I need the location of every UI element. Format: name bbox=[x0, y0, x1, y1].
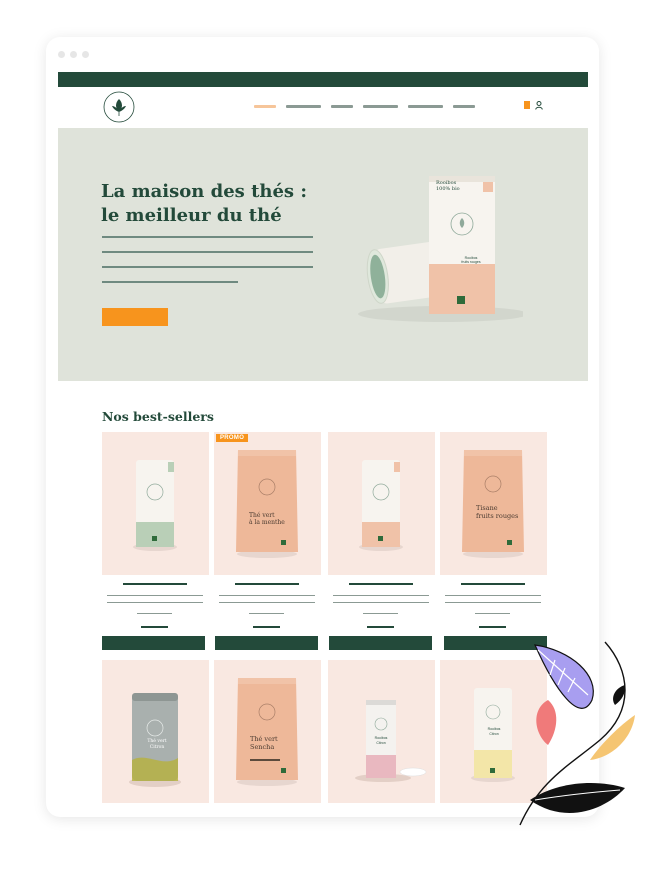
hero-title: La maison des thés : le meilleur du thé bbox=[101, 181, 307, 226]
hero-text-line bbox=[102, 251, 313, 253]
announcement-bar bbox=[58, 72, 588, 87]
can-label-title: Rooibos 100% bio bbox=[436, 180, 460, 192]
brand-logo-icon[interactable] bbox=[102, 90, 136, 124]
product-card[interactable]: Thé vert Sencha bbox=[214, 660, 321, 803]
product-label: Rooibos Citron bbox=[487, 727, 501, 736]
nav-item-6[interactable] bbox=[453, 105, 475, 108]
product-label: Thé vert à la menthe bbox=[249, 512, 285, 526]
product-desc-line bbox=[363, 613, 398, 614]
window-controls bbox=[58, 51, 89, 58]
product-desc-line bbox=[219, 595, 315, 596]
add-to-cart-button[interactable] bbox=[215, 636, 318, 650]
product-label: Thé vert Sencha bbox=[250, 735, 278, 751]
window-dot[interactable] bbox=[70, 51, 77, 58]
product-price-line bbox=[479, 626, 506, 628]
product-desc-line bbox=[107, 595, 203, 596]
hero-text-line bbox=[102, 236, 313, 238]
hero-cta-button[interactable] bbox=[102, 308, 168, 326]
nav-item-2[interactable] bbox=[286, 105, 321, 108]
user-icon[interactable] bbox=[535, 101, 543, 110]
product-name-line bbox=[349, 583, 413, 585]
product-image bbox=[236, 678, 298, 786]
product-card[interactable]: Rooibos Citron bbox=[328, 660, 435, 803]
window-dot[interactable] bbox=[58, 51, 65, 58]
product-price-line bbox=[141, 626, 168, 628]
product-desc-line bbox=[107, 602, 203, 603]
product-image bbox=[236, 450, 298, 558]
product-image bbox=[129, 693, 181, 787]
hero-product-image bbox=[358, 176, 523, 322]
product-card[interactable]: Thé vert à la menthe bbox=[214, 432, 321, 575]
product-card[interactable] bbox=[102, 432, 209, 575]
add-to-cart-button[interactable] bbox=[329, 636, 432, 650]
add-to-cart-button[interactable] bbox=[102, 636, 205, 650]
product-price-line bbox=[367, 626, 394, 628]
product-desc-line bbox=[445, 602, 541, 603]
product-desc-line bbox=[475, 613, 510, 614]
product-desc-line bbox=[249, 613, 284, 614]
product-label: Tisane fruits rouges bbox=[476, 504, 519, 520]
product-desc-line bbox=[445, 595, 541, 596]
main-nav bbox=[254, 105, 475, 108]
product-card[interactable]: Thé vert Citron bbox=[102, 660, 209, 803]
product-image bbox=[355, 700, 427, 782]
cart-icon[interactable] bbox=[524, 101, 530, 109]
product-desc-line bbox=[333, 602, 429, 603]
leaf-illustration-icon bbox=[519, 641, 635, 826]
product-image bbox=[133, 460, 177, 551]
hero-text-line bbox=[102, 266, 313, 268]
product-price-line bbox=[253, 626, 280, 628]
bestsellers-title: Nos best-sellers bbox=[102, 409, 214, 424]
product-label: Thé vert Citron bbox=[147, 739, 167, 750]
product-card[interactable]: Tisane fruits rouges bbox=[440, 432, 547, 575]
product-desc-line bbox=[219, 602, 315, 603]
product-image bbox=[359, 460, 403, 551]
product-desc-line bbox=[137, 613, 172, 614]
product-desc-line bbox=[333, 595, 429, 596]
product-name-line bbox=[235, 583, 299, 585]
window-dot[interactable] bbox=[82, 51, 89, 58]
product-name-line bbox=[461, 583, 525, 585]
product-name-line bbox=[123, 583, 187, 585]
product-label: Rooibos Citron bbox=[374, 736, 388, 745]
nav-item-5[interactable] bbox=[408, 105, 443, 108]
nav-item-3[interactable] bbox=[331, 105, 353, 108]
hero-banner: La maison des thés : le meilleur du thé bbox=[58, 128, 588, 381]
can-label-sub: Rooibos fruits rouges bbox=[461, 256, 481, 264]
nav-item-4[interactable] bbox=[363, 105, 398, 108]
promo-badge: PROMO bbox=[216, 434, 249, 442]
hero-text-line bbox=[102, 281, 238, 283]
product-card[interactable] bbox=[328, 432, 435, 575]
nav-item-1[interactable] bbox=[254, 105, 276, 108]
